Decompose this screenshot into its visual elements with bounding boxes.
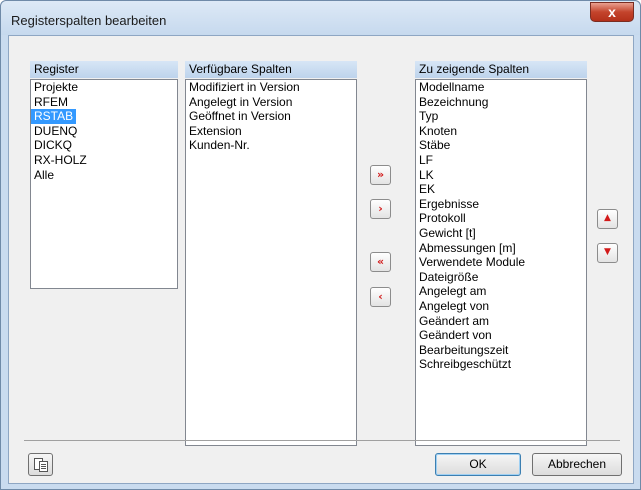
shown-column-item[interactable]: Gewicht [t] [416, 226, 586, 241]
remove-selected-button[interactable]: ‹ [370, 287, 391, 307]
available-columns-list[interactable]: Modifiziert in Version Angelegt in Versio… [185, 79, 357, 446]
register-item[interactable]: RFEM [31, 95, 177, 110]
shown-column-item[interactable]: Stäbe [416, 138, 586, 153]
available-column-item[interactable]: Geöffnet in Version [186, 109, 356, 124]
shown-column-item[interactable]: Bezeichnung [416, 95, 586, 110]
close-button[interactable]: x [590, 2, 634, 22]
shown-column-item[interactable]: Knoten [416, 124, 586, 139]
register-item[interactable]: RSTAB [31, 109, 77, 124]
dialog-body: Register Projekte RFEM RSTAB DUENQ DICKQ RX-H… [8, 35, 634, 484]
shown-header: Zu zeigende Spalten [415, 61, 587, 78]
ok-button[interactable]: OK [435, 453, 521, 476]
cancel-button[interactable]: Abbrechen [532, 453, 622, 476]
available-column-item[interactable]: Angelegt in Version [186, 95, 356, 110]
register-list[interactable]: Projekte RFEM RSTAB DUENQ DICKQ RX-HOLZ Alle [30, 79, 178, 289]
shown-column-item[interactable]: Protokoll [416, 211, 586, 226]
shown-column-item[interactable]: Schreibgeschützt [416, 357, 586, 372]
shown-columns-list[interactable]: Modellname Bezeichnung Typ Knoten Stäbe LF LK E… [415, 79, 587, 446]
shown-column-item[interactable]: Geändert von [416, 328, 586, 343]
register-item[interactable]: DICKQ [31, 138, 177, 153]
shown-column-item[interactable]: Angelegt von [416, 299, 586, 314]
add-all-button[interactable]: » [370, 165, 391, 185]
available-column-item[interactable]: Extension [186, 124, 356, 139]
footer-separator [24, 440, 620, 441]
register-item[interactable]: RX-HOLZ [31, 153, 177, 168]
window-title: Registerspalten bearbeiten [11, 13, 167, 28]
shown-column-item[interactable]: Abmessungen [m] [416, 241, 586, 256]
copy-icon [39, 461, 48, 472]
register-item[interactable]: DUENQ [31, 124, 177, 139]
shown-column-item[interactable]: Modellname [416, 80, 586, 95]
shown-column-item[interactable]: Typ [416, 109, 586, 124]
shown-column-item[interactable]: Geändert am [416, 314, 586, 329]
shown-column-item[interactable]: LF [416, 153, 586, 168]
shown-column-item[interactable]: Bearbeitungszeit [416, 343, 586, 358]
available-header: Verfügbare Spalten [185, 61, 357, 78]
move-up-button[interactable]: ▲ [597, 209, 618, 229]
register-item[interactable]: Projekte [31, 80, 177, 95]
remove-all-button[interactable]: « [370, 252, 391, 272]
shown-column-item[interactable]: Angelegt am [416, 284, 586, 299]
copy-settings-button[interactable] [28, 453, 53, 476]
register-item[interactable]: Alle [31, 168, 177, 183]
shown-column-item[interactable]: Ergebnisse [416, 197, 586, 212]
add-selected-button[interactable]: › [370, 199, 391, 219]
shown-column-item[interactable]: Dateigröße [416, 270, 586, 285]
shown-column-item[interactable]: LK [416, 168, 586, 183]
available-column-item[interactable]: Kunden-Nr. [186, 138, 356, 153]
available-column-item[interactable]: Modifiziert in Version [186, 80, 356, 95]
register-header: Register [30, 61, 178, 78]
shown-column-item[interactable]: Verwendete Module [416, 255, 586, 270]
title-bar[interactable]: Registerspalten bearbeiten x [1, 1, 640, 35]
shown-column-item[interactable]: EK [416, 182, 586, 197]
dialog-window: Registerspalten bearbeiten x Register Pr… [0, 0, 641, 490]
move-down-button[interactable]: ▼ [597, 243, 618, 263]
